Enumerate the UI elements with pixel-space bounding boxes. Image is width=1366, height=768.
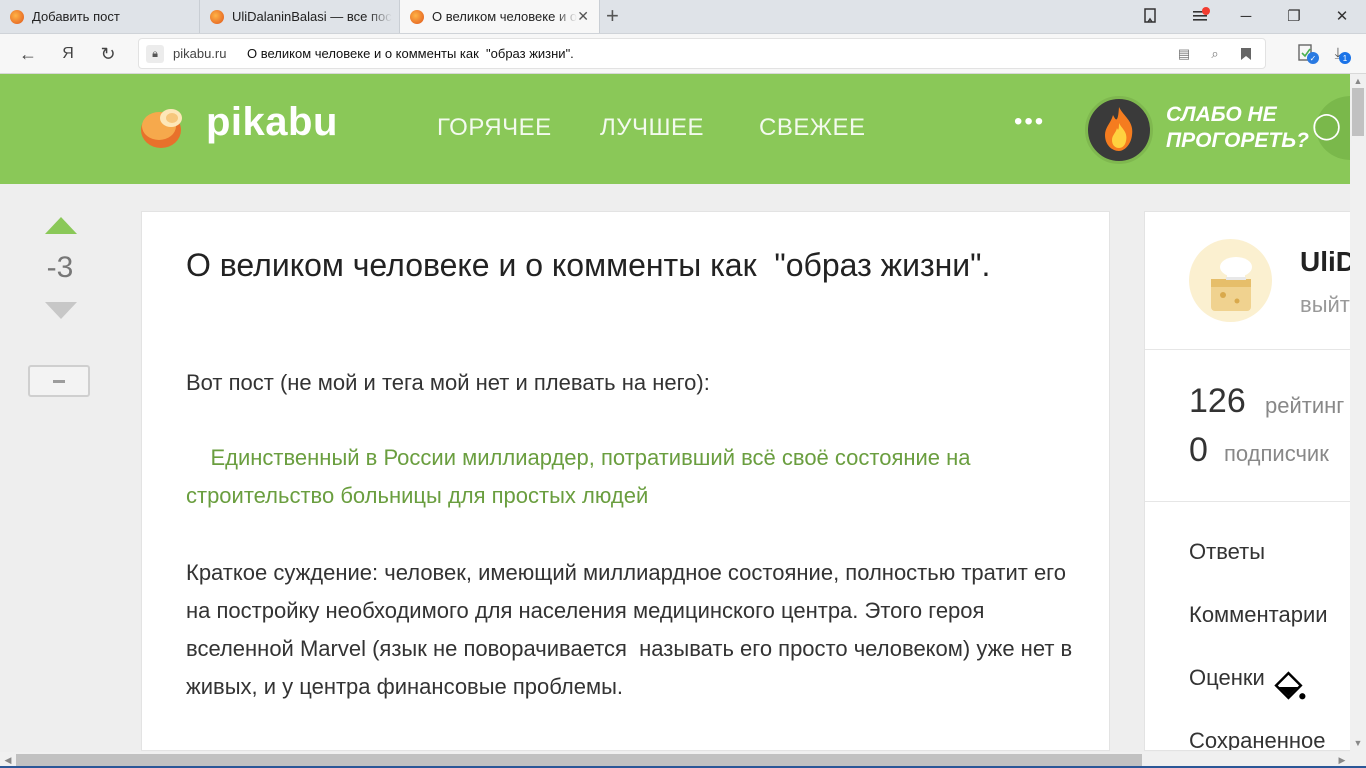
vertical-scroll-thumb[interactable] bbox=[1352, 88, 1364, 136]
rating-label: рейтинг bbox=[1265, 393, 1345, 418]
back-arrow-icon[interactable]: ← bbox=[15, 41, 41, 67]
pikabu-favicon-icon bbox=[210, 9, 224, 24]
site-header: pikabu ГОРЯЧЕЕ ЛУЧШЕЕ СВЕЖЕЕ ••• СЛАБО Н… bbox=[0, 74, 1350, 184]
sidebar-link-saved[interactable]: Сохраненное bbox=[1189, 728, 1326, 750]
scroll-right-arrow-icon[interactable]: ▶ bbox=[1336, 754, 1348, 766]
story-intro: Вот пост (не мой и тега мой нет и плеват… bbox=[186, 370, 710, 395]
story-body: Краткое суждение: человек, имеющий милли… bbox=[186, 560, 1079, 699]
nav-more-button[interactable]: ••• bbox=[1014, 108, 1045, 136]
paint-bucket-cursor-icon bbox=[1273, 670, 1307, 709]
nav-hot[interactable]: ГОРЯЧЕЕ bbox=[437, 114, 552, 142]
fire-promo-icon[interactable] bbox=[1085, 96, 1153, 164]
minimize-icon[interactable]: ─ bbox=[1233, 4, 1259, 28]
lock-icon[interactable]: 🔒︎ bbox=[146, 45, 164, 63]
vote-down-arrow-icon[interactable] bbox=[45, 302, 77, 319]
downloads-badge: 1 bbox=[1339, 52, 1351, 64]
vote-up-arrow-icon[interactable] bbox=[45, 217, 77, 234]
pikabu-logo-icon[interactable] bbox=[139, 104, 187, 150]
new-tab-button[interactable]: + bbox=[606, 4, 619, 28]
zoom-icon[interactable]: ⌕ bbox=[1206, 45, 1224, 63]
search-button[interactable]: ◯ bbox=[1312, 96, 1350, 160]
pikabu-favicon-icon bbox=[410, 9, 424, 24]
story-title[interactable]: О великом человеке и о комменты как "обр… bbox=[186, 244, 1046, 286]
story-card: О великом человеке и о комменты как "обр… bbox=[141, 211, 1110, 751]
divider bbox=[1145, 501, 1353, 502]
yandex-button[interactable]: Я bbox=[55, 41, 81, 67]
sidebar-link-ratings[interactable]: Оценки bbox=[1189, 665, 1265, 691]
divider bbox=[1145, 349, 1353, 350]
logout-link[interactable]: выйт bbox=[1300, 292, 1350, 318]
extension-icon[interactable]: ✓ bbox=[1295, 42, 1319, 64]
reload-icon[interactable]: ↻ bbox=[95, 41, 121, 67]
rating-value: 126 bbox=[1189, 382, 1246, 420]
sidebar-link-comments[interactable]: Комментарии bbox=[1189, 602, 1328, 628]
subscribers-value: 0 bbox=[1189, 431, 1208, 469]
bookmark-icon[interactable] bbox=[1237, 45, 1255, 63]
profile-username[interactable]: UliD bbox=[1300, 246, 1353, 278]
url-host: pikabu.ru bbox=[173, 46, 227, 61]
url-field[interactable]: 🔒︎ pikabu.ru О великом человеке и о комм… bbox=[138, 38, 1266, 69]
promo-line-2: ПРОГОРЕТЬ? bbox=[1166, 129, 1309, 152]
tab-title: О великом человеке и о bbox=[432, 9, 578, 24]
browser-address-bar: ← Я ↻ 🔒︎ pikabu.ru О великом человеке и … bbox=[0, 34, 1366, 74]
linked-post-link[interactable]: Единственный в России миллиардер, потрат… bbox=[186, 445, 977, 508]
downloads-icon[interactable]: ⤓ 1 bbox=[1327, 42, 1351, 64]
promo-line-1: СЛАБО НЕ bbox=[1166, 103, 1277, 126]
scroll-left-arrow-icon[interactable]: ◀ bbox=[2, 754, 14, 766]
extension-badge-icon: ✓ bbox=[1307, 52, 1319, 64]
url-page-title: О великом человеке и о комменты как "обр… bbox=[247, 46, 574, 61]
minus-icon bbox=[53, 379, 65, 383]
notification-dot-icon bbox=[1202, 7, 1210, 15]
browser-tab-user-posts[interactable]: UliDalaninBalasi — все пос bbox=[200, 0, 400, 33]
scroll-up-arrow-icon[interactable]: ▲ bbox=[1353, 76, 1363, 86]
story-rating: -3 bbox=[46, 251, 74, 284]
tab-title: UliDalaninBalasi — все пос bbox=[232, 9, 392, 24]
close-window-icon[interactable]: ✕ bbox=[1329, 4, 1355, 28]
reader-mode-icon[interactable]: ▤ bbox=[1175, 45, 1193, 63]
nav-best[interactable]: ЛУЧШЕЕ bbox=[600, 114, 704, 142]
collections-icon[interactable] bbox=[1137, 4, 1163, 28]
story-linked-post: Единственный в России миллиардер, потрат… bbox=[186, 401, 1076, 553]
browser-tab-add-post[interactable]: Добавить пост bbox=[0, 0, 200, 33]
subscribers-label: подписчик bbox=[1224, 441, 1329, 466]
browser-tab-bar: Добавить пост UliDalaninBalasi — все пос… bbox=[0, 0, 1366, 34]
restore-icon[interactable]: ❐ bbox=[1281, 4, 1307, 28]
site-logo-text[interactable]: pikabu bbox=[206, 100, 338, 145]
vertical-scrollbar[interactable]: ▲ ▼ bbox=[1350, 74, 1366, 752]
nav-fresh[interactable]: СВЕЖЕЕ bbox=[759, 114, 866, 142]
horizontal-scroll-thumb[interactable] bbox=[16, 754, 1142, 766]
scroll-down-arrow-icon[interactable]: ▼ bbox=[1353, 738, 1363, 748]
pikabu-favicon-icon bbox=[10, 9, 24, 24]
search-icon: ◯ bbox=[1312, 110, 1342, 140]
collapse-story-button[interactable] bbox=[28, 365, 90, 397]
sidebar-link-answers[interactable]: Ответы bbox=[1189, 539, 1265, 565]
tab-title: Добавить пост bbox=[32, 9, 120, 24]
browser-tab-current-story[interactable]: О великом человеке и о ✕ bbox=[400, 0, 600, 33]
profile-sidebar: UliD выйт 126 рейтинг 0 подписчик Ответы… bbox=[1144, 211, 1354, 751]
promo-text[interactable]: СЛАБО НЕ ПРОГОРЕТЬ? bbox=[1166, 102, 1316, 154]
avatar[interactable] bbox=[1189, 239, 1272, 322]
close-tab-icon[interactable]: ✕ bbox=[577, 8, 589, 25]
